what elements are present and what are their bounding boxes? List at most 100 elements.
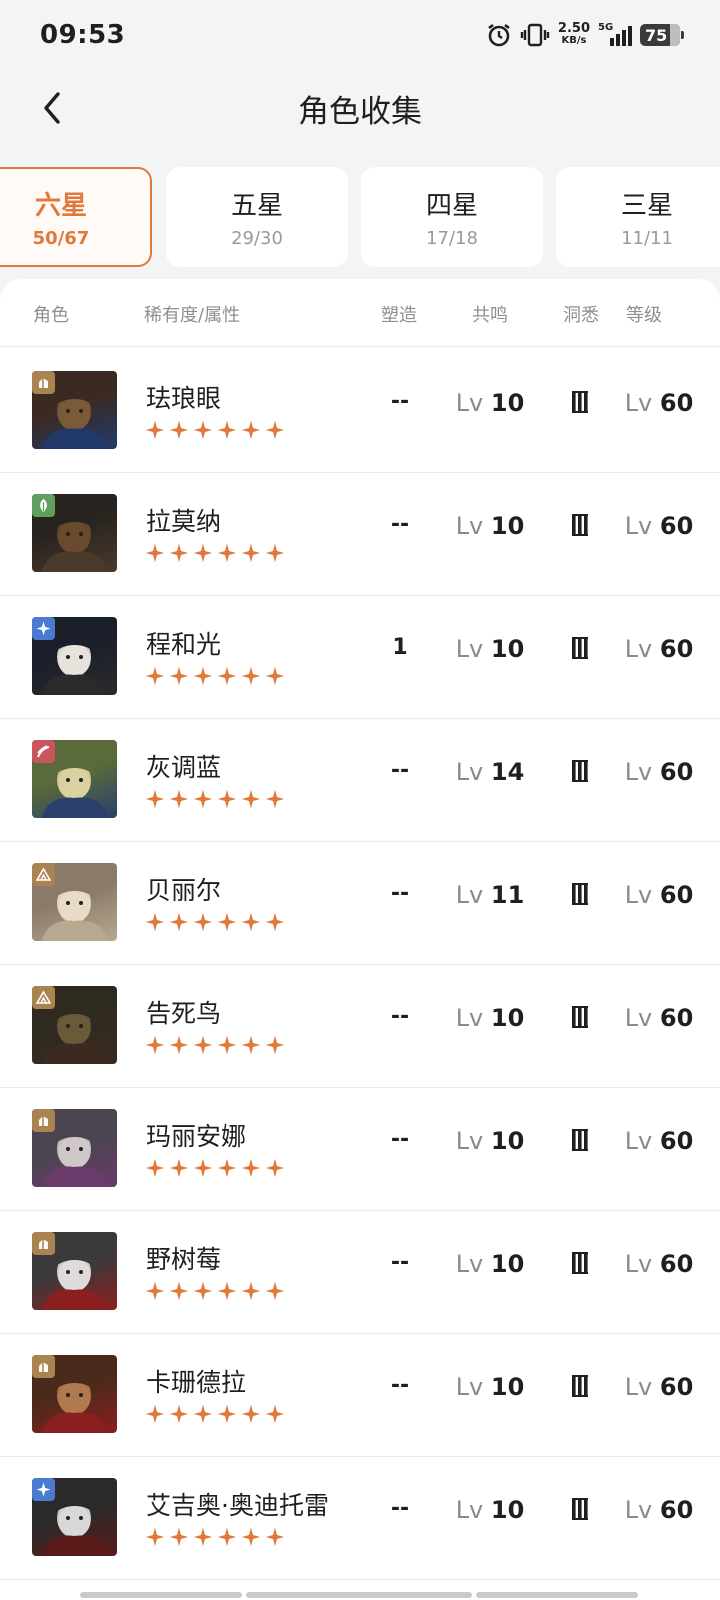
- astral-attr-icon: [32, 617, 55, 640]
- character-row[interactable]: 告死鸟 -- Lv 10 Ⅲ Lv 60: [0, 962, 720, 1088]
- character-avatar: [32, 1109, 117, 1187]
- star-icon: [241, 1158, 261, 1178]
- character-level: Lv 60: [624, 1373, 694, 1401]
- star-icon: [265, 666, 285, 686]
- insight-three-icon: [572, 1375, 588, 1397]
- rarity-stars: [145, 543, 285, 563]
- character-row[interactable]: 珐琅眼 -- Lv 10 Ⅲ Lv 60: [0, 347, 720, 473]
- tab-five-star[interactable]: 五星 29/30: [166, 167, 348, 267]
- star-icon: [193, 1527, 213, 1547]
- mineral-attr-icon: [32, 986, 55, 1009]
- star-icon: [265, 420, 285, 440]
- star-icon: [193, 912, 213, 932]
- character-name: 拉莫纳: [146, 507, 222, 536]
- rarity-tabs: 六星 50/67 五星 29/30 四星 17/18 三星 11/11: [0, 167, 720, 267]
- character-row[interactable]: 野树莓 -- Lv 10 Ⅲ Lv 60: [0, 1208, 720, 1334]
- tab-six-star[interactable]: 六星 50/67: [0, 167, 152, 267]
- star-icon: [145, 1158, 165, 1178]
- star-icon: [217, 912, 237, 932]
- alarm-icon: [486, 22, 512, 48]
- star-icon: [145, 420, 165, 440]
- star-icon: [169, 1404, 189, 1424]
- insight-value: Ⅲ: [572, 1252, 588, 1278]
- character-avatar: [32, 1355, 117, 1433]
- star-icon: [241, 1035, 261, 1055]
- insight-three-icon: [572, 883, 588, 905]
- page-title: 角色收集: [298, 94, 422, 130]
- insight-three-icon: [572, 1498, 588, 1520]
- character-name: 告死鸟: [146, 999, 222, 1028]
- insight-three-icon: [572, 1129, 588, 1151]
- rarity-stars: [145, 912, 285, 932]
- character-avatar: [32, 740, 117, 818]
- network-type: 5G: [598, 22, 614, 33]
- column-level: 等级: [626, 305, 662, 326]
- mineral-attr-icon: [32, 1109, 55, 1132]
- character-row[interactable]: 贝丽尔 -- Lv 11 Ⅲ Lv 60: [0, 839, 720, 965]
- character-avatar: [32, 1478, 117, 1556]
- rarity-stars: [145, 1527, 285, 1547]
- character-row[interactable]: 玛丽安娜 -- Lv 10 Ⅲ Lv 60: [0, 1085, 720, 1211]
- mineral-attr-icon: [32, 1355, 55, 1378]
- star-icon: [193, 420, 213, 440]
- insight-three-icon: [572, 514, 588, 536]
- star-icon: [217, 1281, 237, 1301]
- star-icon: [241, 789, 261, 809]
- character-row[interactable]: 拉莫纳 -- Lv 10 Ⅲ Lv 60: [0, 470, 720, 596]
- tab-four-star[interactable]: 四星 17/18: [361, 167, 543, 267]
- star-icon: [241, 1527, 261, 1547]
- shape-value: --: [390, 1004, 410, 1029]
- insight-value: Ⅲ: [572, 637, 588, 663]
- character-name: 艾吉奥·奥迪托雷: [146, 1491, 329, 1520]
- star-icon: [241, 912, 261, 932]
- star-icon: [217, 420, 237, 440]
- shape-value: --: [390, 389, 410, 414]
- character-avatar: [32, 494, 117, 572]
- column-character: 角色: [33, 305, 69, 326]
- insight-three-icon: [572, 391, 588, 413]
- character-row[interactable]: 程和光 1 Lv 10 Ⅲ Lv 60: [0, 593, 720, 719]
- star-icon: [145, 1527, 165, 1547]
- resonance-level: Lv 10: [455, 1250, 525, 1278]
- star-icon: [193, 543, 213, 563]
- battery-level: 75: [645, 25, 668, 45]
- astral-attr-icon: [32, 1478, 55, 1501]
- status-time: 09:53: [40, 20, 126, 50]
- rarity-stars: [145, 1281, 285, 1301]
- character-row[interactable]: 卡珊德拉 -- Lv 10 Ⅲ Lv 60: [0, 1331, 720, 1457]
- shape-value: --: [390, 512, 410, 537]
- shape-value: --: [390, 881, 410, 906]
- character-row[interactable]: 艾吉奥·奥迪托雷 -- Lv 10 Ⅲ Lv 60: [0, 1454, 720, 1580]
- column-resonance: 共鸣: [472, 305, 508, 326]
- home-indicator: [246, 1592, 472, 1598]
- character-level: Lv 60: [624, 881, 694, 909]
- character-row[interactable]: 灰调蓝 -- Lv 14 Ⅲ Lv 60: [0, 716, 720, 842]
- star-icon: [193, 1404, 213, 1424]
- star-icon: [217, 666, 237, 686]
- star-icon: [145, 543, 165, 563]
- insight-three-icon: [572, 1252, 588, 1274]
- insight-value: Ⅲ: [572, 1375, 588, 1401]
- character-level: Lv 60: [624, 512, 694, 540]
- star-icon: [241, 420, 261, 440]
- shape-value: --: [390, 1127, 410, 1152]
- tab-three-star[interactable]: 三星 11/11: [556, 167, 720, 267]
- shape-value: --: [390, 1250, 410, 1275]
- rarity-stars: [145, 420, 285, 440]
- shape-value: --: [390, 758, 410, 783]
- star-icon: [241, 1404, 261, 1424]
- star-icon: [217, 1035, 237, 1055]
- rarity-stars: [145, 1158, 285, 1178]
- resonance-level: Lv 10: [455, 1496, 525, 1524]
- character-name: 卡珊德拉: [146, 1368, 247, 1397]
- star-icon: [169, 420, 189, 440]
- star-icon: [217, 1527, 237, 1547]
- star-icon: [265, 789, 285, 809]
- insight-value: Ⅲ: [572, 883, 588, 909]
- star-icon: [265, 1281, 285, 1301]
- star-icon: [241, 1281, 261, 1301]
- star-icon: [193, 666, 213, 686]
- status-icons: 2.50 KB/s 5G 75: [486, 22, 684, 48]
- status-bar: 09:53 2.50 KB/s 5G 75: [0, 0, 720, 76]
- insight-value: Ⅲ: [572, 1129, 588, 1155]
